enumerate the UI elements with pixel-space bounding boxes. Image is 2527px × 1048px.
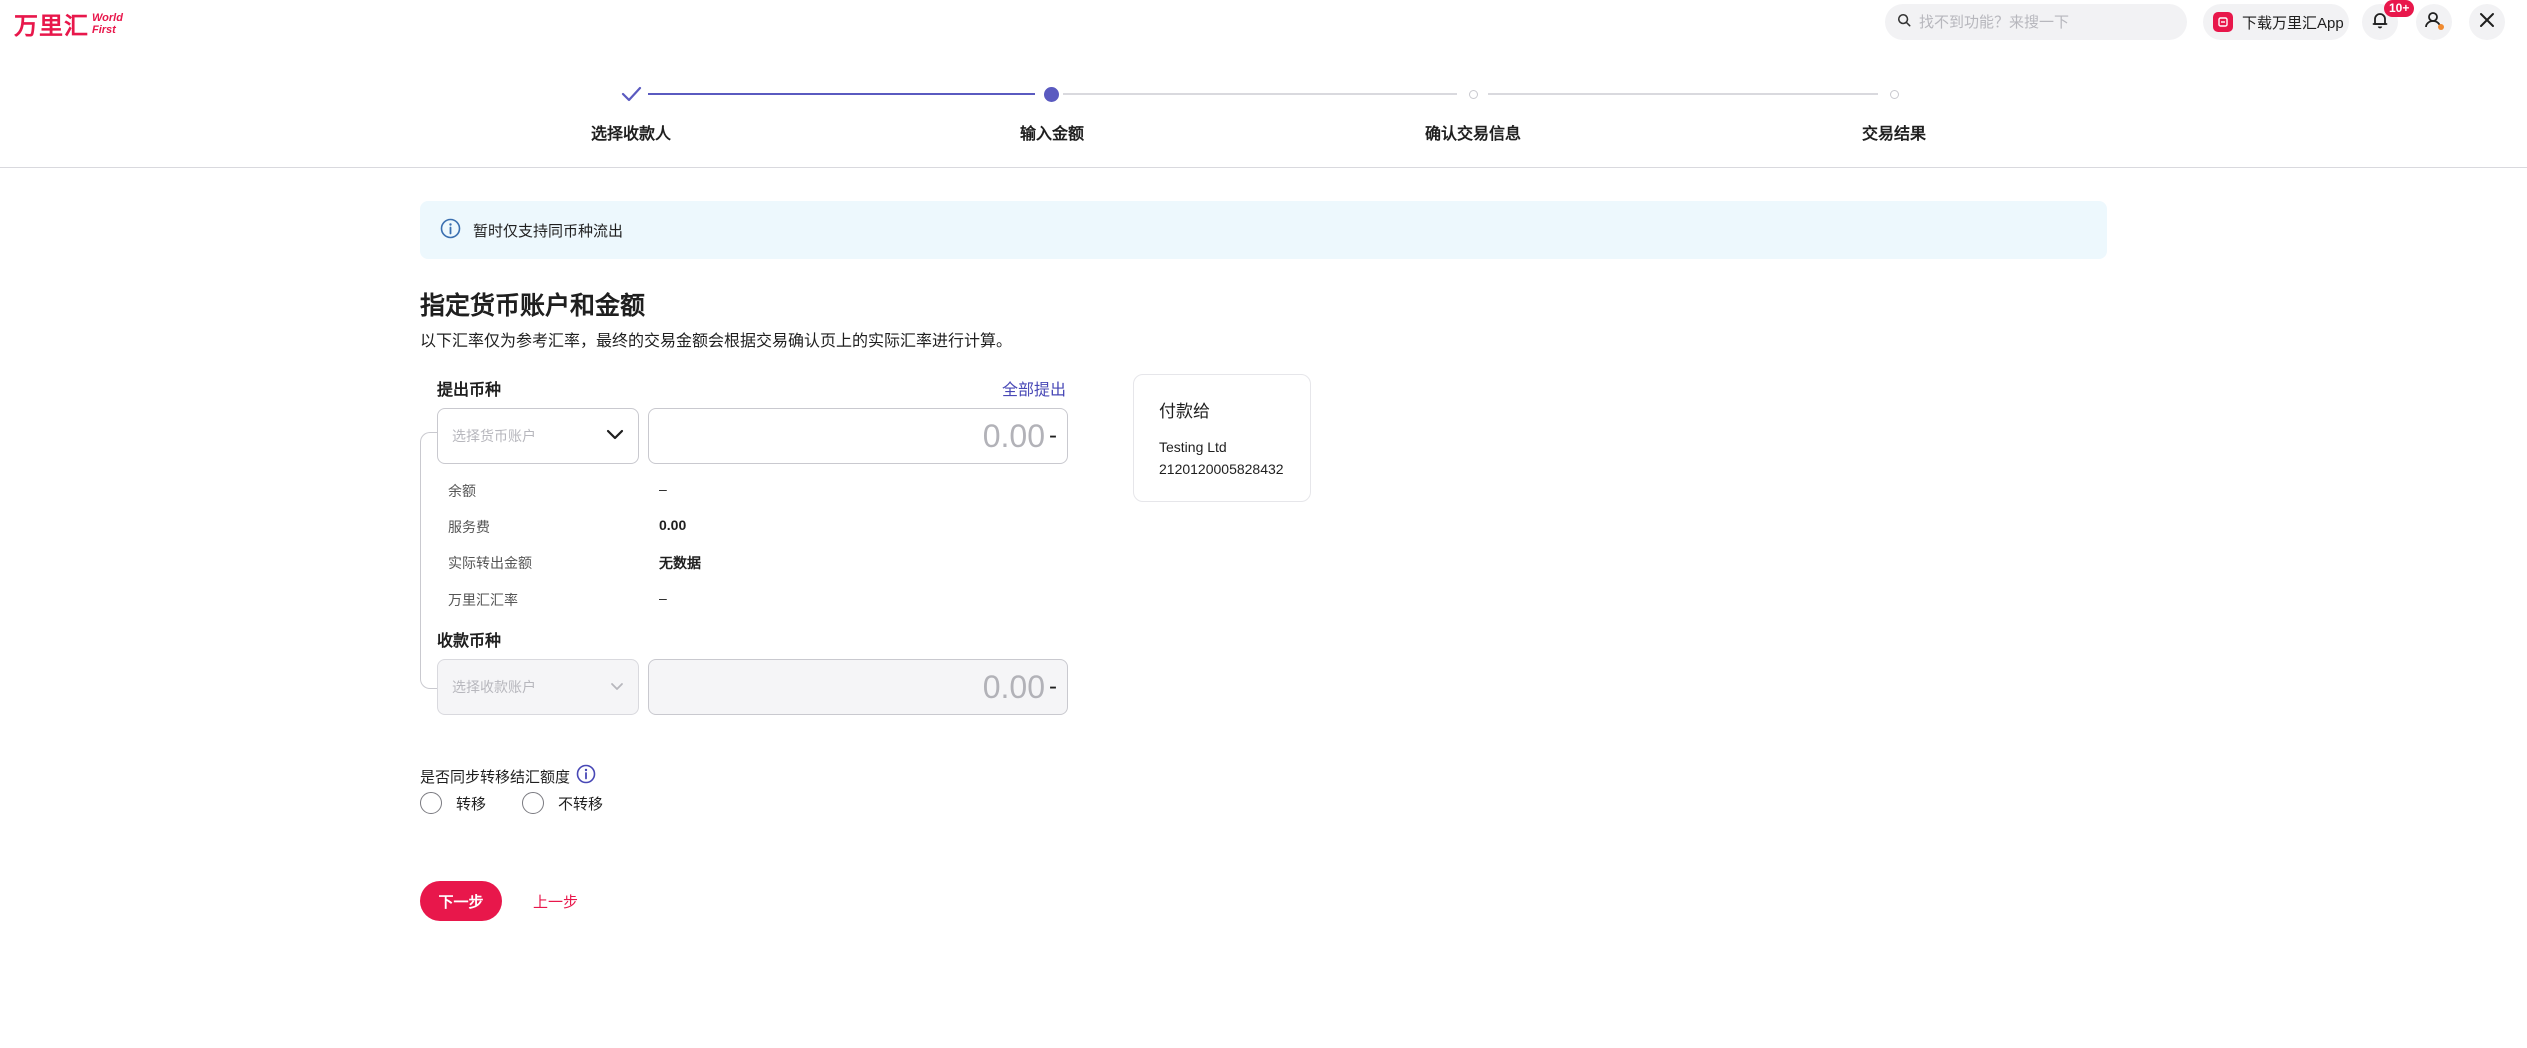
logo-text-en: World First xyxy=(92,11,123,36)
payee-card: 付款给 Testing Ltd 2120120005828432 xyxy=(1133,374,1311,502)
withdraw-amount-value: 0.00 xyxy=(982,417,1045,454)
actual-transfer-label: 实际转出金额 xyxy=(448,555,532,571)
step-pending-dot-3 xyxy=(1469,90,1478,99)
step-label-3: 确认交易信息 xyxy=(1424,126,1521,143)
chevron-down-icon xyxy=(606,428,624,444)
radio-circle[interactable] xyxy=(420,792,442,814)
exchange-rate-label: 万里汇汇率 xyxy=(448,592,518,608)
receive-account-select[interactable]: 选择收款账户 xyxy=(437,659,639,715)
worldfirst-logo[interactable]: 万里汇 World First xyxy=(14,6,123,41)
radio-transfer-label: 转移 xyxy=(456,795,487,813)
radio-circle[interactable] xyxy=(522,792,544,814)
previous-step-link[interactable]: 上一步 xyxy=(533,881,578,921)
service-fee-value: 0.00 xyxy=(659,517,687,533)
currency-account-placeholder: 选择货币账户 xyxy=(452,428,536,444)
receive-amount-value: 0.00 xyxy=(982,668,1045,705)
search-input[interactable] xyxy=(1919,13,2179,31)
chevron-down-icon xyxy=(610,679,624,695)
info-icon xyxy=(440,218,473,243)
payee-name: Testing Ltd xyxy=(1159,439,1227,455)
next-step-button[interactable]: 下一步 xyxy=(420,881,502,921)
radio-transfer[interactable]: 转移 xyxy=(420,792,486,814)
sync-quota-text: 是否同步转移结汇额度 xyxy=(420,768,571,786)
receive-amount-suffix: - xyxy=(1049,673,1057,700)
currency-account-select[interactable]: 选择货币账户 xyxy=(437,408,639,464)
step-connector-1 xyxy=(648,93,1035,95)
payee-title: 付款给 xyxy=(1159,402,1210,421)
page-title: 指定货币账户和金额 xyxy=(420,292,646,320)
header-divider xyxy=(0,167,2527,168)
app-icon xyxy=(2213,12,2233,32)
step-label-1: 选择收款人 xyxy=(590,126,671,143)
receive-amount-input[interactable]: 0.00 - xyxy=(648,659,1068,715)
withdraw-all-link[interactable]: 全部提出 xyxy=(1002,376,1066,400)
radio-no-transfer-label: 不转移 xyxy=(558,795,604,813)
balance-value: – xyxy=(659,481,667,497)
download-app-label: 下载万里汇App xyxy=(2242,14,2344,32)
step-label-2: 输入金额 xyxy=(1019,126,1084,143)
actual-transfer-value: 无数据 xyxy=(659,555,701,571)
currency-bracket xyxy=(420,432,438,689)
receive-account-placeholder: 选择收款账户 xyxy=(452,679,536,695)
service-fee-label: 服务费 xyxy=(448,519,490,535)
search-icon xyxy=(1897,13,1911,32)
step-pending-dot-4 xyxy=(1890,90,1899,99)
withdraw-currency-label: 提出币种 xyxy=(437,382,502,399)
sync-quota-label: 是否同步转移结汇额度 xyxy=(420,764,596,788)
step-current-dot xyxy=(1044,87,1059,102)
payee-account: 2120120005828432 xyxy=(1159,461,1284,477)
info-banner: 暂时仅支持同币种流出 xyxy=(420,201,2107,259)
download-app-button[interactable]: 下载万里汇App xyxy=(2203,4,2349,40)
page-description: 以下汇率仅为参考汇率，最终的交易金额会根据交易确认页上的实际汇率进行计算。 xyxy=(420,333,1013,350)
info-icon[interactable] xyxy=(570,764,596,788)
close-icon xyxy=(2478,11,2496,34)
progress-stepper: 选择收款人 输入金额 确认交易信息 交易结果 xyxy=(0,70,2527,170)
withdraw-amount-input[interactable]: 0.00 - xyxy=(648,408,1068,464)
logo-text-cn: 万里汇 xyxy=(14,13,89,40)
exchange-rate-value: – xyxy=(659,590,667,606)
close-button[interactable] xyxy=(2469,4,2505,40)
withdraw-amount-suffix: - xyxy=(1049,422,1057,449)
top-bar: 万里汇 World First 下载万里汇App 10+ xyxy=(0,0,2527,44)
step-connector-2 xyxy=(1063,93,1457,95)
notification-badge: 10+ xyxy=(2384,0,2415,17)
radio-no-transfer[interactable]: 不转移 xyxy=(522,792,603,814)
user-icon xyxy=(2423,9,2445,36)
banner-text: 暂时仅支持同币种流出 xyxy=(473,222,624,240)
step-connector-3 xyxy=(1488,93,1878,95)
check-icon xyxy=(620,83,642,105)
step-label-4: 交易结果 xyxy=(1861,126,1926,143)
user-button[interactable] xyxy=(2416,4,2452,40)
balance-label: 余额 xyxy=(448,483,476,499)
receive-currency-label: 收款币种 xyxy=(437,633,502,650)
search-box[interactable] xyxy=(1885,4,2187,40)
